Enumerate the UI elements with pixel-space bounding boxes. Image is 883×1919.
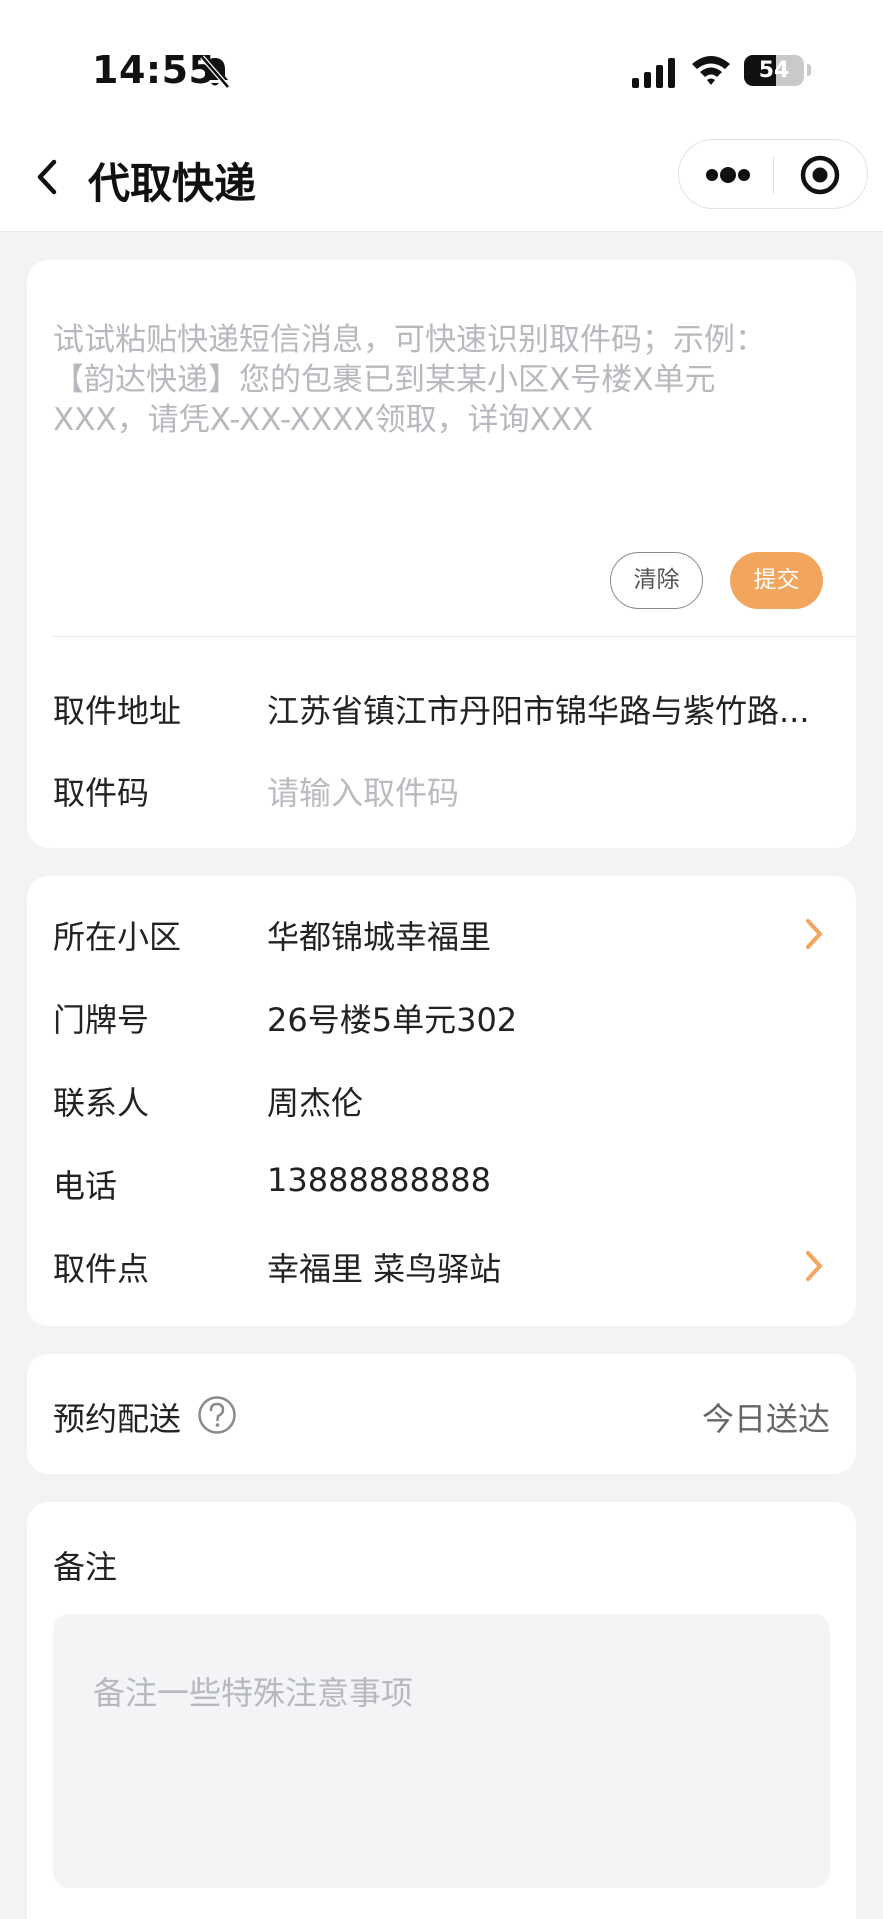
status-bar: 14:55 54 <box>0 0 883 120</box>
contact-label: 联系人 <box>53 1084 150 1122</box>
battery-tip <box>807 64 811 76</box>
remark-placeholder: 备注一些特殊注意事项 <box>93 1674 414 1712</box>
schedule-card[interactable]: 预约配送 今日送达 <box>27 1354 856 1474</box>
pickup-code-input[interactable]: 请输入取件码 <box>267 768 459 814</box>
signal-icon <box>632 58 675 88</box>
mini-program-capsule <box>678 139 868 209</box>
bell-muted-icon <box>200 55 230 89</box>
battery-percent: 54 <box>758 58 790 83</box>
phone-value[interactable]: 13888888888 <box>267 1161 491 1199</box>
remark-card: 备注 备注一些特殊注意事项 <box>27 1502 856 1919</box>
chevron-left-icon[interactable] <box>28 152 72 202</box>
community-label: 所在小区 <box>53 918 182 956</box>
chevron-right-icon[interactable] <box>803 1248 825 1284</box>
remark-label: 备注 <box>53 1548 118 1586</box>
pickup-address-label: 取件地址 <box>53 692 182 730</box>
door-number-label: 门牌号 <box>53 1001 150 1039</box>
submit-button[interactable]: 提交 <box>730 552 823 609</box>
nav-bar: 代取快递 <box>0 120 883 232</box>
recipient-info-card: 所在小区 华都锦城幸福里 门牌号 26号楼5单元302 联系人 周杰伦 电话 1… <box>27 876 856 1326</box>
pickup-card: 试试粘贴快递短信消息，可快速识别取件码；示例： 【韵达快递】您的包裹已到某某小区… <box>27 260 856 848</box>
pickup-point-label: 取件点 <box>53 1250 150 1288</box>
wifi-icon <box>692 56 730 85</box>
contact-value[interactable]: 周杰伦 <box>267 1078 363 1124</box>
phone-label: 电话 <box>53 1167 118 1205</box>
target-icon[interactable] <box>774 140 868 210</box>
schedule-value[interactable]: 今日送达 <box>702 1394 830 1440</box>
pickup-point-value[interactable]: 幸福里 菜鸟驿站 <box>267 1244 501 1290</box>
help-icon[interactable] <box>197 1395 237 1435</box>
status-time: 14:55 <box>92 48 216 92</box>
sms-paste-input[interactable]: 试试粘贴快递短信消息，可快速识别取件码；示例： 【韵达快递】您的包裹已到某某小区… <box>53 320 843 440</box>
schedule-label: 预约配送 <box>53 1400 182 1438</box>
page-title: 代取快递 <box>88 159 257 208</box>
battery-indicator: 54 <box>744 55 804 86</box>
divider <box>53 636 856 637</box>
door-number-value[interactable]: 26号楼5单元302 <box>267 995 517 1041</box>
pickup-address-value[interactable]: 江苏省镇江市丹阳市锦华路与紫竹路... <box>267 686 847 732</box>
chevron-right-icon[interactable] <box>803 916 825 952</box>
pickup-code-label: 取件码 <box>53 774 150 812</box>
more-dots-icon[interactable] <box>679 140 773 210</box>
remark-textarea[interactable]: 备注一些特殊注意事项 <box>53 1614 830 1888</box>
clear-button[interactable]: 清除 <box>610 552 703 609</box>
community-value[interactable]: 华都锦城幸福里 <box>267 912 491 958</box>
